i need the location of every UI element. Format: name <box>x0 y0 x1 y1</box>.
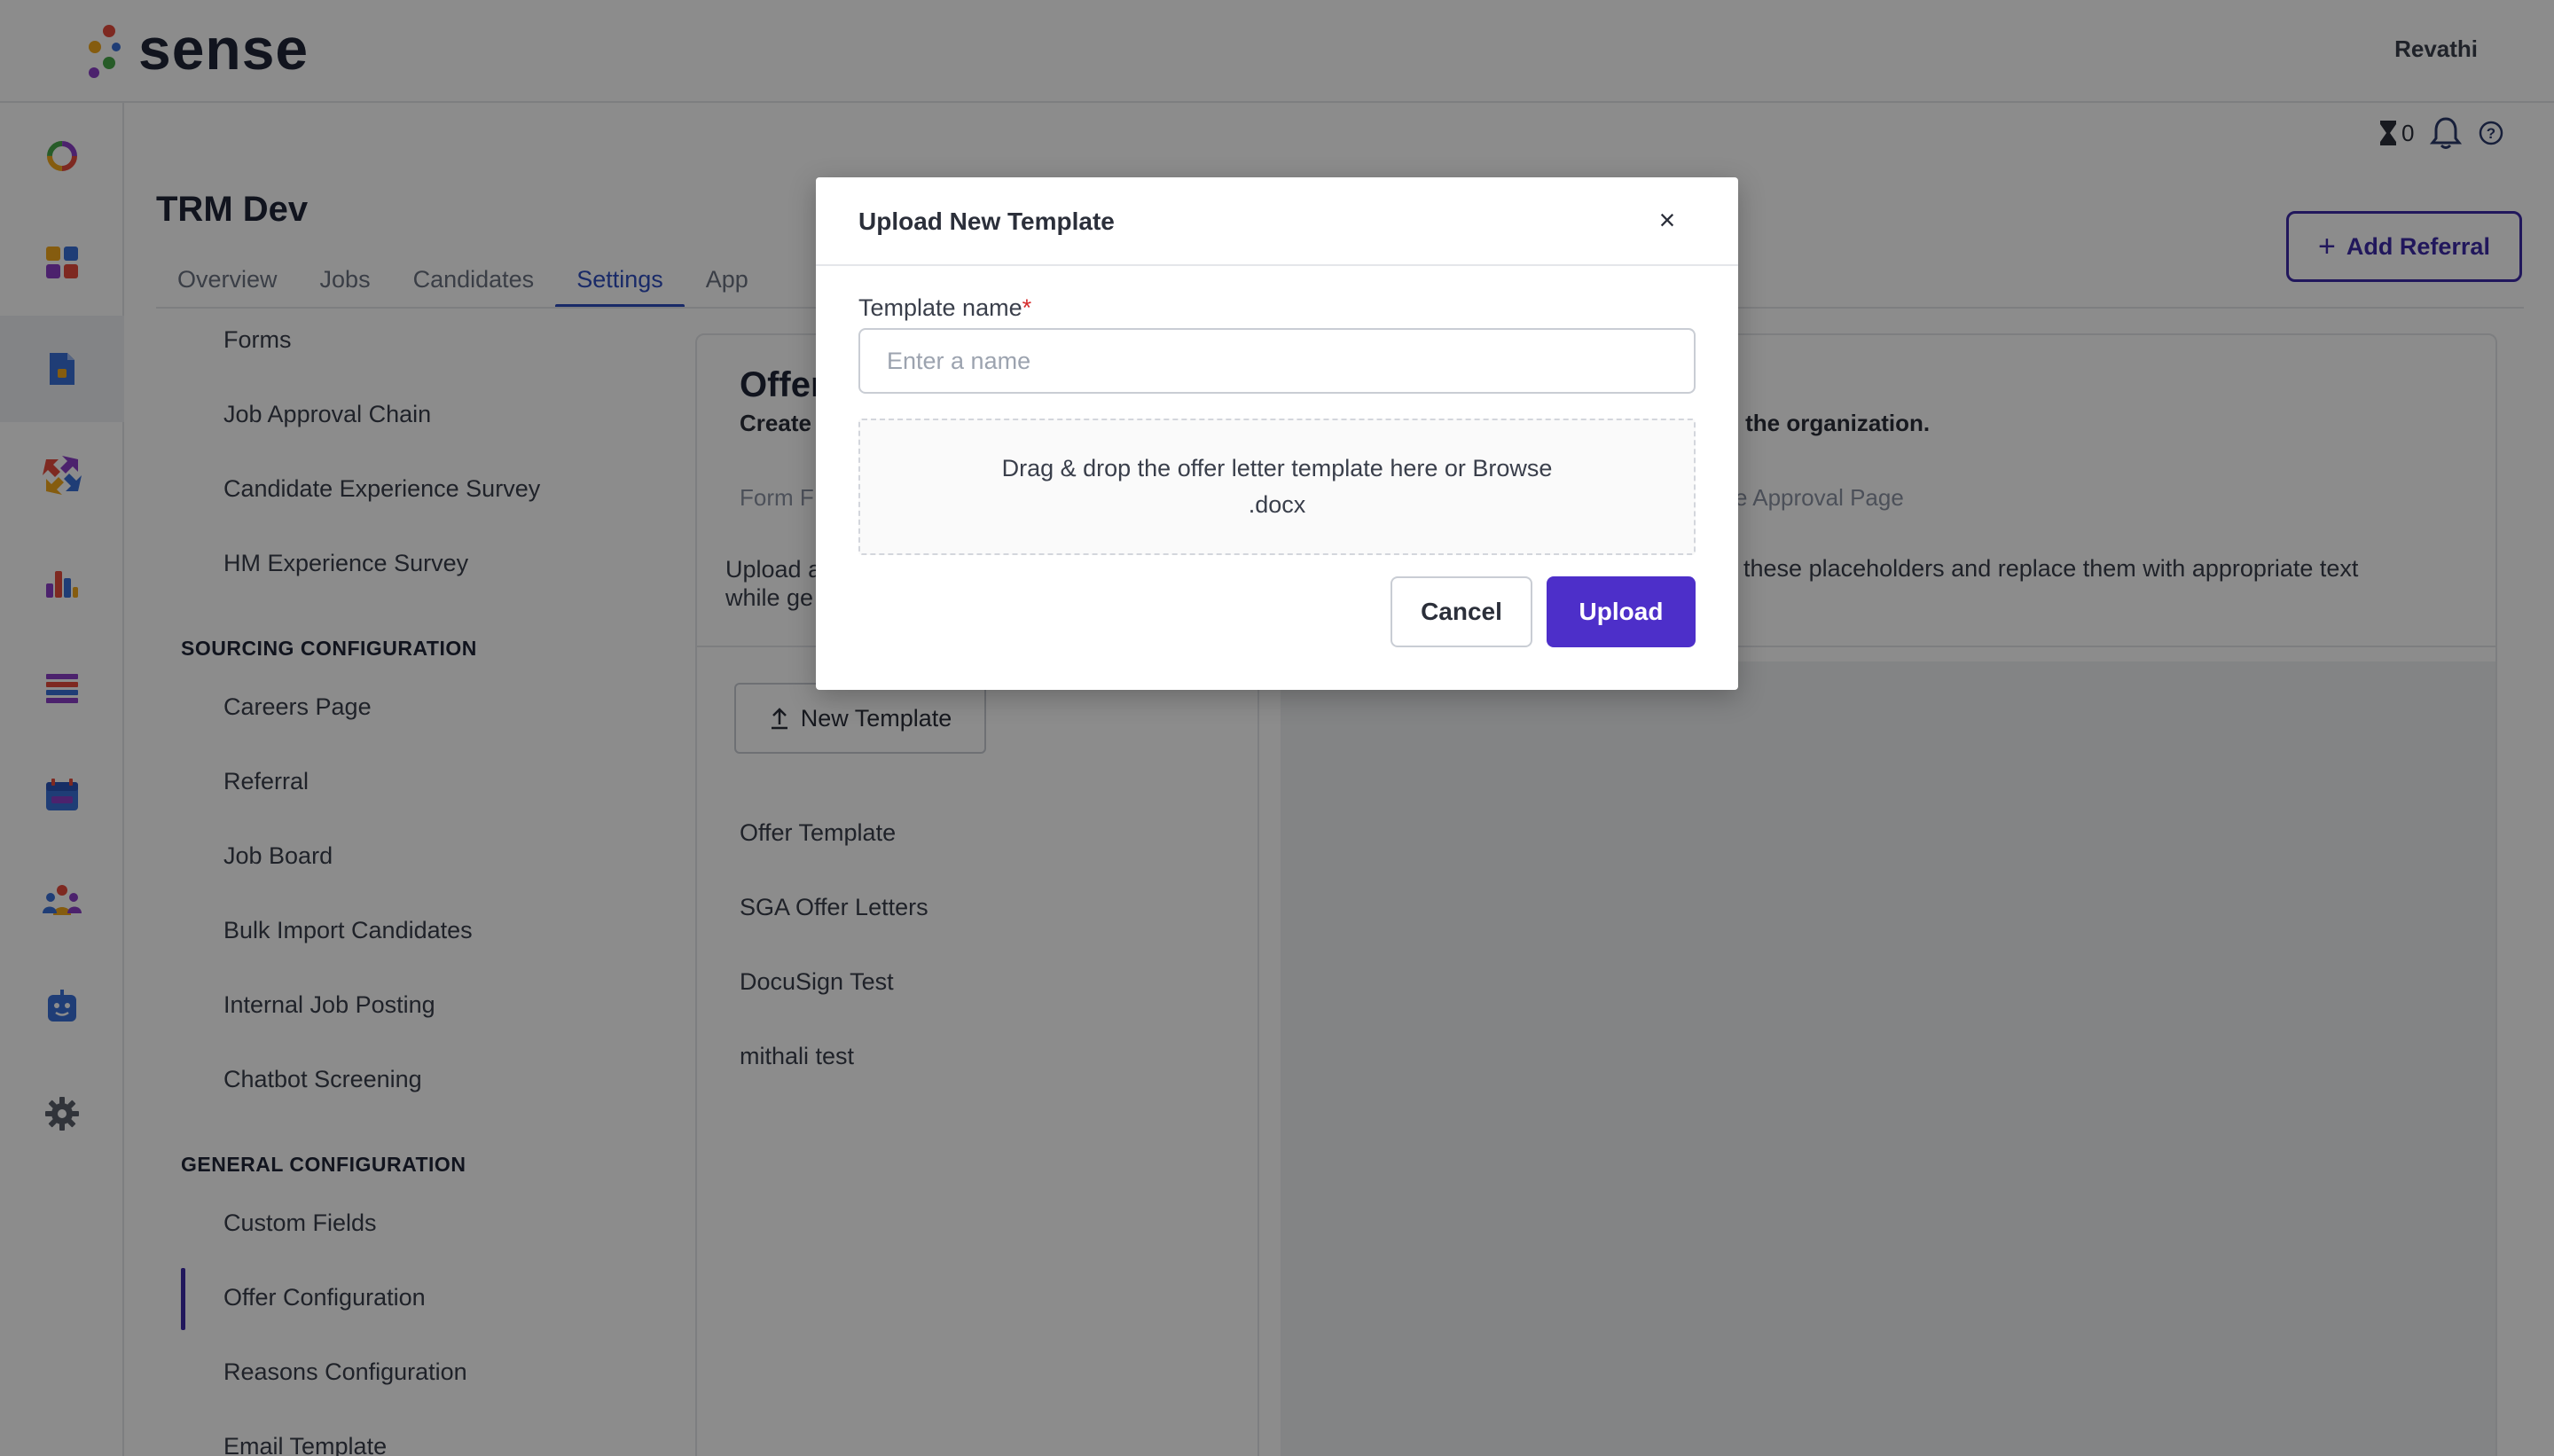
cancel-button[interactable]: Cancel <box>1391 576 1532 647</box>
template-name-label-text: Template name <box>858 294 1022 321</box>
file-dropzone[interactable]: Drag & drop the offer letter template he… <box>858 419 1696 555</box>
upload-template-modal: Upload New Template × Template name* Dra… <box>816 177 1738 690</box>
dropzone-file-type: .docx <box>1248 491 1306 518</box>
modal-title: Upload New Template <box>858 207 1115 235</box>
modal-header: Upload New Template × <box>816 177 1738 266</box>
template-name-label: Template name* <box>858 294 1031 322</box>
template-name-input[interactable] <box>858 328 1696 394</box>
required-marker: * <box>1022 294 1032 321</box>
close-icon[interactable]: × <box>1649 202 1685 238</box>
dropzone-text: Drag & drop the offer letter template he… <box>1001 455 1553 481</box>
upload-button[interactable]: Upload <box>1547 576 1696 647</box>
